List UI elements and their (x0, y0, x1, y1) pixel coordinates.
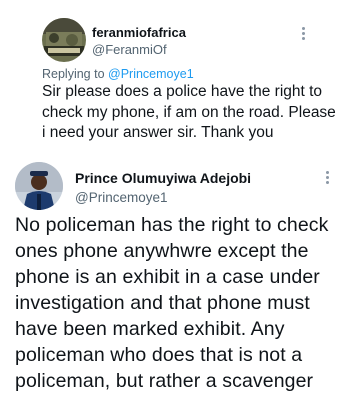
main-tweet-text: No policeman has the right to check ones… (15, 214, 329, 392)
replying-to-mention-link[interactable]: @Princemoye1 (108, 67, 194, 81)
reply-tweet-text: Sir please does a police have the right … (42, 83, 336, 141)
replying-to-prefix: Replying to (42, 67, 109, 81)
military-avatar-icon[interactable] (42, 18, 86, 62)
police-officer-avatar-icon[interactable] (15, 162, 63, 210)
main-handle[interactable]: @Princemoye1 (75, 190, 168, 205)
main-more-options-icon[interactable] (326, 171, 330, 185)
main-display-name[interactable]: Prince Olumuyiwa Adejobi (75, 170, 251, 186)
reply-handle[interactable]: @FeranmiOf (92, 42, 167, 57)
reply-display-name[interactable]: feranmiofafrica (92, 25, 186, 40)
replying-to-line: Replying to @Princemoye1 (42, 67, 194, 81)
reply-more-options-icon[interactable] (302, 27, 306, 41)
